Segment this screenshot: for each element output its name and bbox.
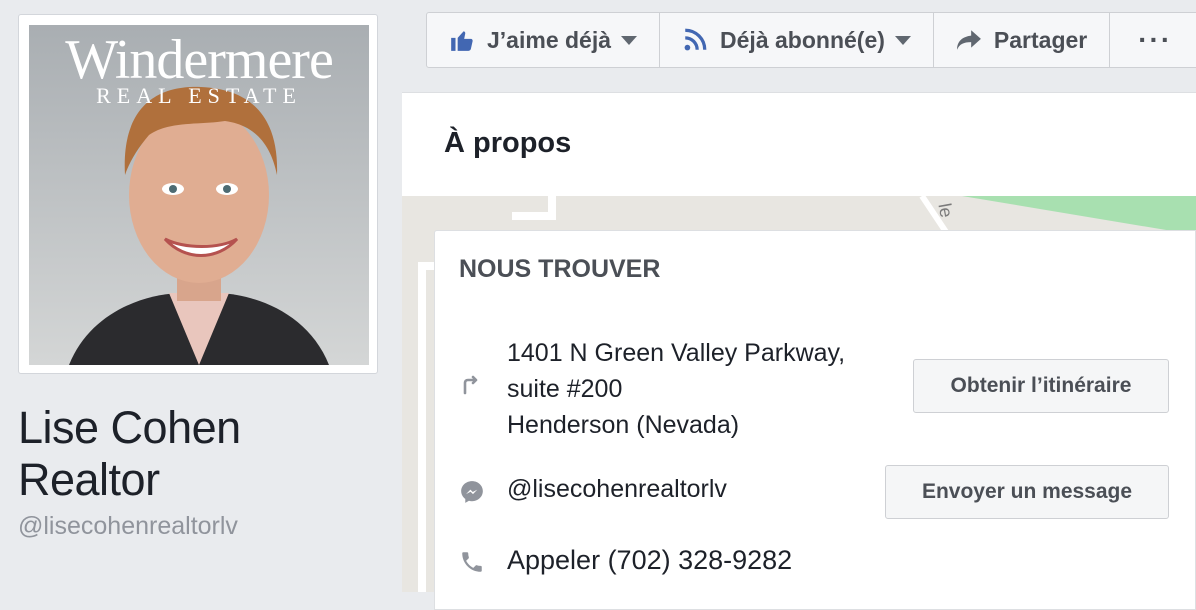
like-button[interactable]: J’aime déjà <box>427 13 661 67</box>
address-line-3: Henderson (Nevada) <box>507 411 740 439</box>
rss-feed-icon <box>684 28 707 51</box>
directions-arrow-icon <box>463 375 478 395</box>
more-options-button[interactable]: ··· <box>1110 13 1196 67</box>
brand-logo-text: Windermere <box>65 29 334 91</box>
phone-icon <box>462 552 482 572</box>
messenger-icon <box>461 481 483 503</box>
left-column: Windermere REAL ESTATE Lise Cohen Realto… <box>0 0 400 592</box>
phone-call-link[interactable]: Appeler (702) 328-9282 <box>507 545 792 576</box>
chevron-down-icon <box>894 35 911 45</box>
send-message-button[interactable]: Envoyer un message <box>885 465 1169 519</box>
find-us-card: NOUS TROUVER 1401 N Green Valley Parkway… <box>434 230 1196 610</box>
address-line-1: 1401 N Green Valley Parkway, <box>507 339 846 367</box>
address[interactable]: 1401 N Green Valley Parkway, suite #200 … <box>507 335 845 443</box>
about-title[interactable]: À propos <box>444 127 571 160</box>
about-section-header: À propos <box>402 92 1196 197</box>
brand-logo-subtext: REAL ESTATE <box>96 83 302 108</box>
like-label: J’aime déjà <box>487 26 612 53</box>
profile-picture: Windermere REAL ESTATE <box>29 25 369 365</box>
profile-picture-frame[interactable]: Windermere REAL ESTATE <box>18 14 378 374</box>
follow-label: Déjà abonné(e) <box>720 26 885 53</box>
thumbs-up-icon <box>451 31 473 51</box>
share-button[interactable]: Partager <box>934 13 1111 67</box>
share-label: Partager <box>993 26 1088 53</box>
messenger-handle[interactable]: @lisecohenrealtorlv <box>507 475 727 504</box>
page-name[interactable]: Lise Cohen Realtor <box>18 402 388 506</box>
follow-button[interactable]: Déjà abonné(e) <box>660 13 934 67</box>
page-action-bar: J’aime déjà Déjà abonné(e) Partager ··· <box>426 12 1196 68</box>
address-line-2: suite #200 <box>507 375 623 403</box>
share-arrow-icon <box>956 30 981 50</box>
chevron-down-icon <box>621 35 638 45</box>
page-username[interactable]: @lisecohenrealtorlv <box>18 512 238 541</box>
find-us-title: NOUS TROUVER <box>459 255 661 283</box>
get-directions-button[interactable]: Obtenir l’itinéraire <box>913 359 1169 413</box>
